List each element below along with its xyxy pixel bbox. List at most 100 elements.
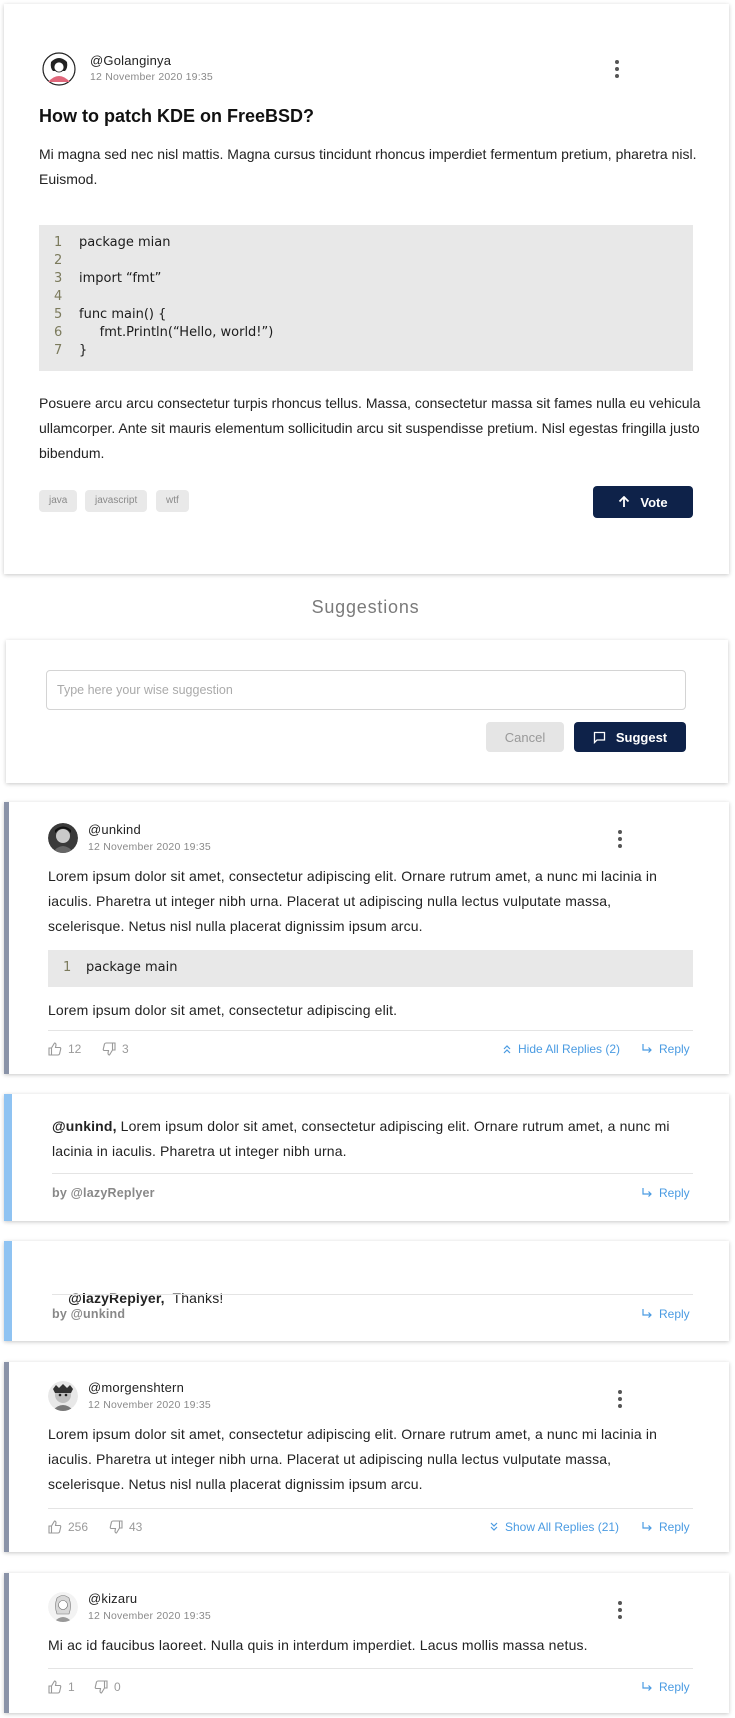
more-options-icon[interactable] [615, 1390, 625, 1410]
thumbs-down-icon [94, 1680, 108, 1694]
post-title: How to patch KDE on FreeBSD? [39, 106, 315, 126]
comment-date: 12 November 2020 19:35 [88, 841, 211, 853]
vote-button[interactable]: Vote [593, 486, 693, 518]
comment-username[interactable]: @unkind [88, 822, 141, 837]
reply-label: Reply [659, 1186, 690, 1200]
thumbs-up-icon [48, 1680, 62, 1694]
question-card: @Golanginya 12 November 2020 19:35 How t… [4, 4, 729, 574]
reply-label: Reply [659, 1680, 690, 1694]
dislike-button[interactable]: 3 [102, 1042, 129, 1056]
like-button[interactable]: 1 [48, 1680, 75, 1694]
reply-mention[interactable]: @unkind, [52, 1118, 117, 1134]
more-options-icon[interactable] [612, 60, 622, 80]
code-block: 1 package mian 2 3 import “fmt” 4 5 func main()… [39, 225, 693, 371]
line-number: 2 [54, 253, 63, 268]
code-text: func main() { [79, 307, 167, 322]
line-number: 1 [63, 960, 72, 975]
toggle-replies-button[interactable]: Show All Replies (21) [489, 1520, 619, 1534]
comment-icon [593, 731, 605, 744]
dislike-button[interactable]: 0 [94, 1680, 121, 1694]
dislike-button[interactable]: 43 [109, 1520, 142, 1534]
comment-accent-bar [4, 1573, 9, 1713]
reply-label: Reply [659, 1307, 690, 1321]
avatar[interactable] [48, 1592, 78, 1622]
comment-accent-bar [4, 1362, 9, 1552]
arrow-up-icon [619, 496, 630, 507]
code-text: package mian [79, 235, 171, 250]
reply-card: @lazyReplyer, Thanks! by @unkind Reply [4, 1241, 729, 1341]
reply-byline: by @unkind [52, 1307, 126, 1321]
reply-button[interactable]: Reply [641, 1186, 690, 1200]
comment-date: 12 November 2020 19:35 [88, 1610, 211, 1622]
reply-content: Thanks! [164, 1290, 224, 1306]
line-number: 7 [54, 343, 63, 358]
tag-wtf[interactable]: wtf [156, 490, 189, 512]
like-button[interactable]: 12 [48, 1042, 81, 1056]
reply-card: @unkind, Lorem ipsum dolor sit amet, con… [4, 1094, 729, 1221]
reply-button[interactable]: Reply [641, 1307, 690, 1321]
more-options-icon[interactable] [615, 830, 625, 850]
code-text: } [79, 343, 88, 358]
comment-card: @kizaru 12 November 2020 19:35 Mi ac id … [4, 1573, 729, 1713]
comment-card: @morgenshtern 12 November 2020 19:35 Lor… [4, 1362, 729, 1552]
section-title: Suggestions [311, 597, 420, 617]
like-count: 1 [68, 1680, 75, 1694]
like-button[interactable]: 256 [48, 1520, 88, 1534]
reply-text: @unkind, Lorem ipsum dolor sit amet, con… [52, 1114, 692, 1164]
avatar[interactable] [48, 1381, 78, 1411]
comment-text: Lorem ipsum dolor sit amet, consectetur … [48, 1426, 658, 1492]
cancel-button[interactable]: Cancel [486, 722, 564, 752]
comment-accent-bar [4, 802, 9, 1074]
reply-arrow-icon [642, 1309, 652, 1318]
like-count: 12 [68, 1042, 82, 1056]
post-intro: Mi magna sed nec nisl mattis. Magna curs… [39, 146, 697, 187]
comment-card: @unkind 12 November 2020 19:35 Lorem ips… [4, 802, 729, 1074]
reply-mention[interactable]: @lazyReplyer, [68, 1290, 165, 1306]
toggle-replies-label: Hide All Replies (2) [518, 1042, 621, 1056]
reply-button[interactable]: Reply [641, 1680, 690, 1694]
suggestion-form: Cancel Suggest [6, 640, 728, 783]
comment-text: Lorem ipsum dolor sit amet, consectetur … [48, 868, 658, 934]
avatar[interactable] [42, 52, 76, 86]
code-text: import “fmt” [79, 271, 162, 286]
thumbs-up-icon [48, 1042, 62, 1056]
dislike-count: 0 [114, 1680, 121, 1694]
code-text: package main [86, 960, 178, 975]
reply-button[interactable]: Reply [641, 1042, 690, 1056]
tag-javascript[interactable]: javascript [85, 490, 148, 512]
toggle-replies-button[interactable]: Hide All Replies (2) [502, 1042, 620, 1056]
reply-text: @lazyReplyer, Thanks! [52, 1261, 692, 1336]
line-number: 3 [54, 271, 63, 286]
suggestion-input[interactable] [46, 670, 686, 710]
comment-username[interactable]: @morgenshtern [88, 1380, 184, 1395]
reply-arrow-icon [642, 1044, 652, 1053]
avatar[interactable] [48, 823, 78, 853]
thumbs-up-icon [48, 1520, 62, 1534]
author-username[interactable]: @Golanginya [90, 53, 171, 68]
dislike-count: 3 [122, 1042, 129, 1056]
reply-label: Reply [659, 1520, 690, 1534]
suggest-label: Suggest [615, 729, 668, 745]
reply-arrow-icon [642, 1682, 652, 1691]
reply-button[interactable]: Reply [641, 1520, 690, 1534]
comment-username[interactable]: @kizaru [88, 1591, 137, 1606]
suggest-button[interactable]: Suggest [574, 722, 686, 752]
line-number: 6 [54, 325, 63, 340]
dislike-count: 43 [129, 1520, 143, 1534]
comment-text-after: Lorem ipsum dolor sit amet, consectetur … [48, 1002, 398, 1018]
tag-java[interactable]: java [39, 490, 78, 512]
more-options-icon[interactable] [615, 1601, 625, 1621]
comment-date: 12 November 2020 19:35 [88, 1399, 211, 1411]
line-number: 1 [54, 235, 63, 250]
code-block: 1 package main [48, 950, 693, 987]
divider [52, 1173, 693, 1174]
code-text: fmt.Println(“Hello, world!”) [79, 325, 274, 340]
reply-label: Reply [659, 1042, 690, 1056]
reply-accent-bar [4, 1241, 12, 1341]
reply-accent-bar [4, 1094, 12, 1221]
chevrons-down-icon [490, 1522, 498, 1531]
divider [52, 1294, 693, 1295]
post-date: 12 November 2020 19:35 [90, 71, 213, 83]
comment-text: Mi ac id faucibus laoreet. Nulla quis in… [48, 1637, 588, 1653]
reply-arrow-icon [642, 1522, 652, 1531]
